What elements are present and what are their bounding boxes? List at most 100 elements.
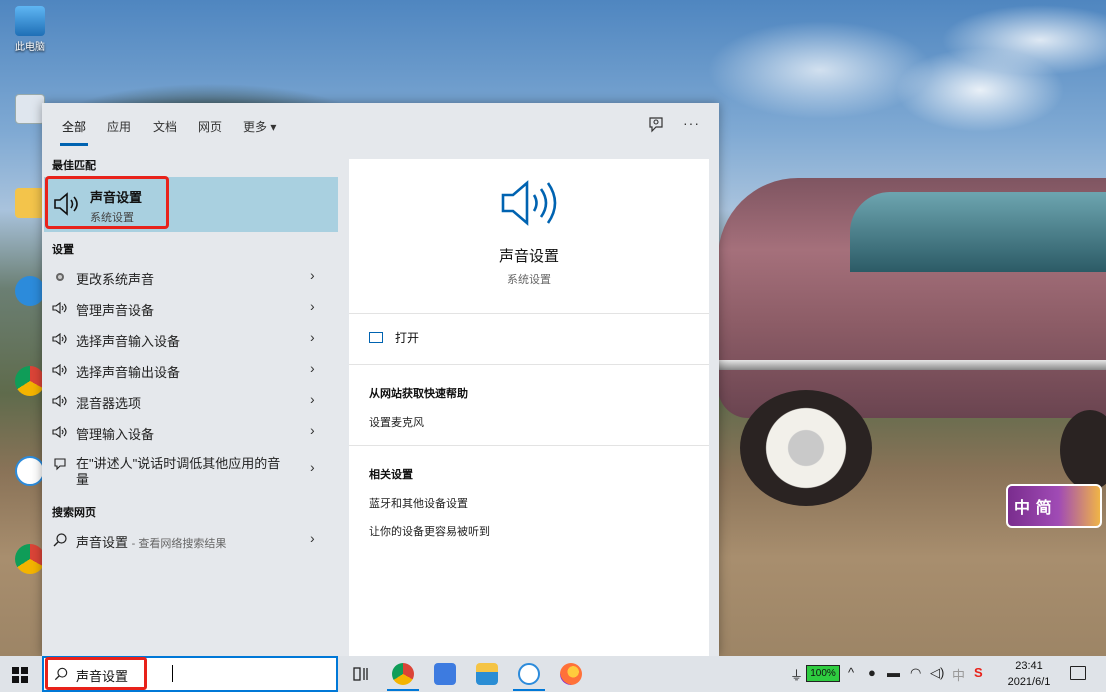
- chevron-right-icon: ›: [310, 422, 315, 438]
- firefox-icon[interactable]: [560, 663, 582, 685]
- wecom-icon: [15, 276, 45, 306]
- chevron-right-icon: ›: [310, 267, 315, 283]
- wallpaper-car-wheel: [740, 390, 872, 506]
- tab-web[interactable]: 网页: [198, 118, 222, 135]
- speaker-icon: [52, 301, 67, 315]
- speaker-icon: [501, 180, 557, 226]
- sound-icon: [56, 273, 64, 281]
- related-settings-heading: 相关设置: [369, 469, 413, 481]
- desktop-icon-label: 此电脑: [15, 42, 45, 53]
- battery-indicator[interactable]: 100%: [806, 665, 840, 682]
- text-caret: [172, 665, 173, 682]
- chevron-right-icon: ›: [310, 298, 315, 314]
- settings-item-narrator-lower-volume[interactable]: 在"讲述人"说话时调低其他应用的音量 ›: [42, 449, 338, 489]
- running-indicator: [513, 689, 545, 691]
- wifi-icon[interactable]: ◠: [910, 665, 921, 681]
- web-search-result[interactable]: 声音设置 - 查看网络搜索结果 ›: [42, 525, 338, 555]
- tab-documents[interactable]: 文档: [153, 118, 177, 135]
- section-best-match: 最佳匹配: [52, 160, 96, 172]
- preview-title: 声音设置: [498, 248, 559, 265]
- settings-item-label: 选择声音输入设备: [76, 334, 181, 349]
- settings-item-manage-input-devices[interactable]: 管理输入设备 ›: [42, 417, 338, 447]
- web-result-suffix: - 查看网络搜索结果: [131, 538, 227, 550]
- clock-date[interactable]: 2021/6/1: [1002, 676, 1056, 688]
- settings-item-choose-input-device[interactable]: 选择声音输入设备 ›: [42, 324, 338, 354]
- chevron-right-icon: ›: [310, 530, 315, 546]
- link-setup-microphone[interactable]: 设置麦克风: [369, 414, 424, 430]
- settings-item-label: 管理声音设备: [76, 303, 155, 318]
- web-result-query: 声音设置: [76, 535, 129, 550]
- search-icon: [53, 533, 67, 547]
- speaker-icon: [52, 425, 67, 439]
- best-match-highlight-box: [45, 176, 169, 229]
- settings-item-change-system-sounds[interactable]: 更改系统声音 ›: [42, 262, 338, 292]
- sogou-ime-icon[interactable]: S: [974, 665, 983, 680]
- active-tab-indicator: [60, 143, 88, 146]
- settings-item-mixer-options[interactable]: 混音器选项 ›: [42, 386, 338, 416]
- chrome-file-icon: [15, 544, 45, 574]
- clock-time[interactable]: 23:41: [1002, 660, 1056, 672]
- tab-more[interactable]: 更多 ▾: [243, 118, 276, 135]
- settings-item-choose-output-device[interactable]: 选择声音输出设备 ›: [42, 355, 338, 385]
- chevron-right-icon: ›: [310, 329, 315, 345]
- volume-icon[interactable]: ◁): [930, 665, 944, 681]
- chevron-right-icon: ›: [310, 459, 315, 475]
- open-button[interactable]: 打开: [369, 329, 419, 346]
- open-icon: [369, 332, 383, 343]
- settings-item-label: 更改系统声音: [76, 272, 155, 287]
- wallpaper-car-trim: [718, 360, 1106, 370]
- task-view-icon[interactable]: [350, 663, 372, 685]
- web-help-heading: 从网站获取快速帮助: [369, 388, 468, 400]
- wallpaper-car-wheel-rear: [1060, 410, 1106, 490]
- notification-center-icon[interactable]: [1070, 666, 1086, 680]
- chevron-right-icon: ›: [310, 360, 315, 376]
- narrator-icon: [54, 458, 66, 471]
- settings-item-label: 选择声音输出设备: [76, 365, 181, 380]
- preview-pane: 声音设置 系统设置 打开 从网站获取快速帮助 设置麦克风 相关设置 蓝牙和其他设…: [349, 159, 709, 656]
- settings-item-manage-sound-devices[interactable]: 管理声音设备 ›: [42, 293, 338, 323]
- desktop-icon-this-pc[interactable]: 此电脑: [6, 6, 54, 53]
- chevron-up-icon[interactable]: ^: [848, 665, 854, 680]
- link-make-device-louder[interactable]: 让你的设备更容易被听到: [369, 523, 490, 539]
- speaker-icon: [52, 363, 67, 377]
- ime-floating-badge[interactable]: 中 简: [1006, 484, 1102, 528]
- neuclass-icon[interactable]: [518, 663, 540, 685]
- search-tabs: 全部 应用 文档 网页 更多 ▾ ···: [42, 103, 719, 149]
- settings-item-label: 混音器选项: [76, 396, 142, 411]
- battery-icon[interactable]: ▬: [887, 665, 900, 680]
- neuclass-icon: [15, 456, 45, 486]
- chrome-icon: [15, 366, 45, 396]
- chevron-right-icon: ›: [310, 391, 315, 407]
- section-settings: 设置: [52, 244, 74, 256]
- link-bluetooth-devices[interactable]: 蓝牙和其他设备设置: [369, 495, 468, 511]
- section-web: 搜索网页: [52, 507, 96, 519]
- speaker-icon: [52, 332, 67, 346]
- ime-badge-label: 中 简: [1014, 498, 1052, 517]
- divider: [349, 445, 709, 446]
- divider: [349, 313, 709, 314]
- open-label: 打开: [395, 331, 420, 345]
- chrome-icon[interactable]: [392, 663, 414, 685]
- settings-item-label: 管理输入设备: [76, 427, 155, 442]
- folder-icon: [15, 188, 45, 218]
- file-explorer-icon[interactable]: [476, 663, 498, 685]
- feedback-icon[interactable]: [647, 115, 665, 133]
- ime-mode-indicator[interactable]: 中: [952, 665, 965, 684]
- search-panel: 全部 应用 文档 网页 更多 ▾ ··· 最佳匹配 声音设置 系统设置 设置 更…: [42, 103, 719, 656]
- workbench-icon[interactable]: [434, 663, 456, 685]
- wallpaper-car-window: [850, 192, 1106, 272]
- windows-start-icon[interactable]: [12, 667, 28, 683]
- tab-apps[interactable]: 应用: [107, 118, 131, 135]
- speaker-icon: [52, 394, 67, 408]
- settings-item-label: 在"讲述人"说话时调低其他应用的音量: [76, 456, 281, 487]
- more-options-button[interactable]: ···: [683, 115, 700, 131]
- recycle-bin-icon: [15, 94, 45, 124]
- power-plug-icon[interactable]: ⏚: [790, 665, 803, 684]
- microphone-icon[interactable]: ●: [868, 665, 876, 680]
- computer-icon: [15, 6, 45, 36]
- search-query-highlight-box: [45, 657, 147, 690]
- battery-percent: 100%: [810, 668, 836, 679]
- web-result-label: 声音设置 - 查看网络搜索结果: [76, 532, 226, 551]
- results-list: 最佳匹配 声音设置 系统设置 设置 更改系统声音 › 管理声音设备 › 选择声音…: [42, 149, 338, 656]
- tab-all[interactable]: 全部: [62, 118, 86, 135]
